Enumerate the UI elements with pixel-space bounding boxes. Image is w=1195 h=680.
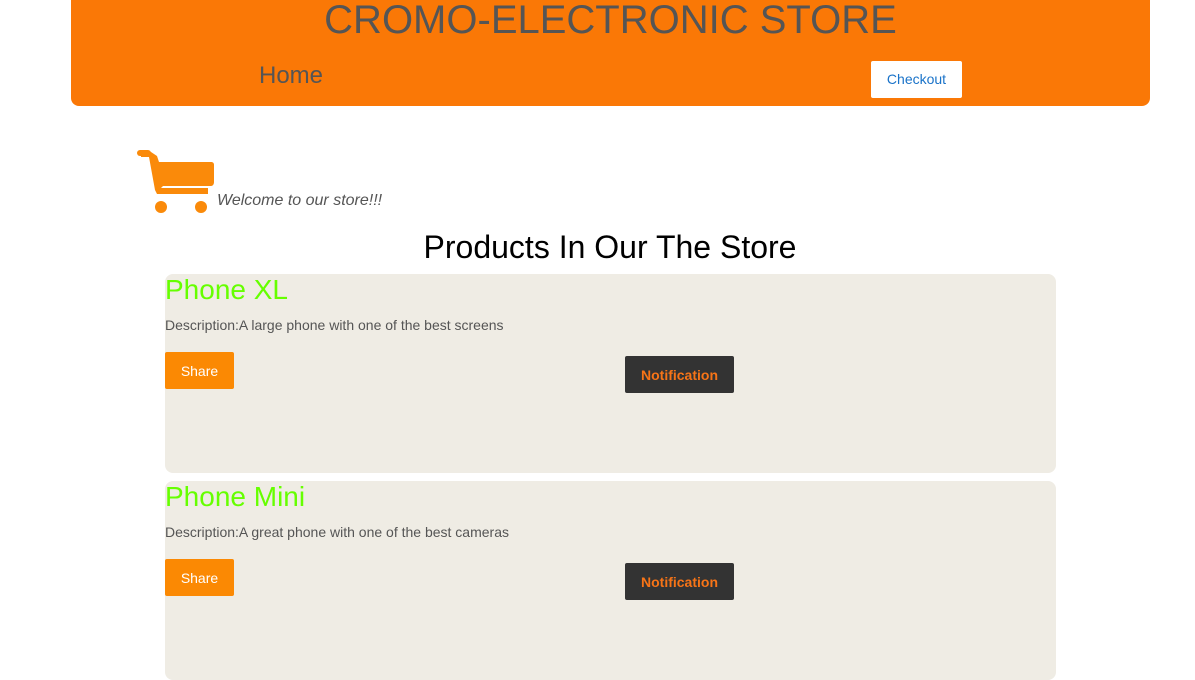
shopping-cart-icon — [137, 150, 214, 213]
store-title: CROMO-ELECTRONIC STORE — [324, 0, 897, 42]
home-link[interactable]: Home — [259, 63, 323, 89]
welcome-message: Welcome to our store!!! — [217, 192, 383, 209]
products-heading: Products In Our The Store — [423, 229, 797, 265]
product-card: Phone Mini Description:A great phone wit… — [165, 481, 1056, 680]
top-bar: CROMO-ELECTRONIC STORE Home Checkout — [71, 0, 1150, 106]
product-name[interactable]: Phone Mini — [165, 481, 305, 513]
product-card: Phone XL Description:A large phone with … — [165, 274, 1056, 473]
notification-button[interactable]: Notification — [625, 563, 734, 600]
checkout-button[interactable]: Checkout — [871, 61, 962, 98]
product-name[interactable]: Phone XL — [165, 274, 288, 306]
product-description: Description:A large phone with one of th… — [165, 317, 504, 333]
share-button[interactable]: Share — [165, 559, 234, 596]
product-description: Description:A great phone with one of th… — [165, 524, 509, 540]
notification-button[interactable]: Notification — [625, 356, 734, 393]
share-button[interactable]: Share — [165, 352, 234, 389]
